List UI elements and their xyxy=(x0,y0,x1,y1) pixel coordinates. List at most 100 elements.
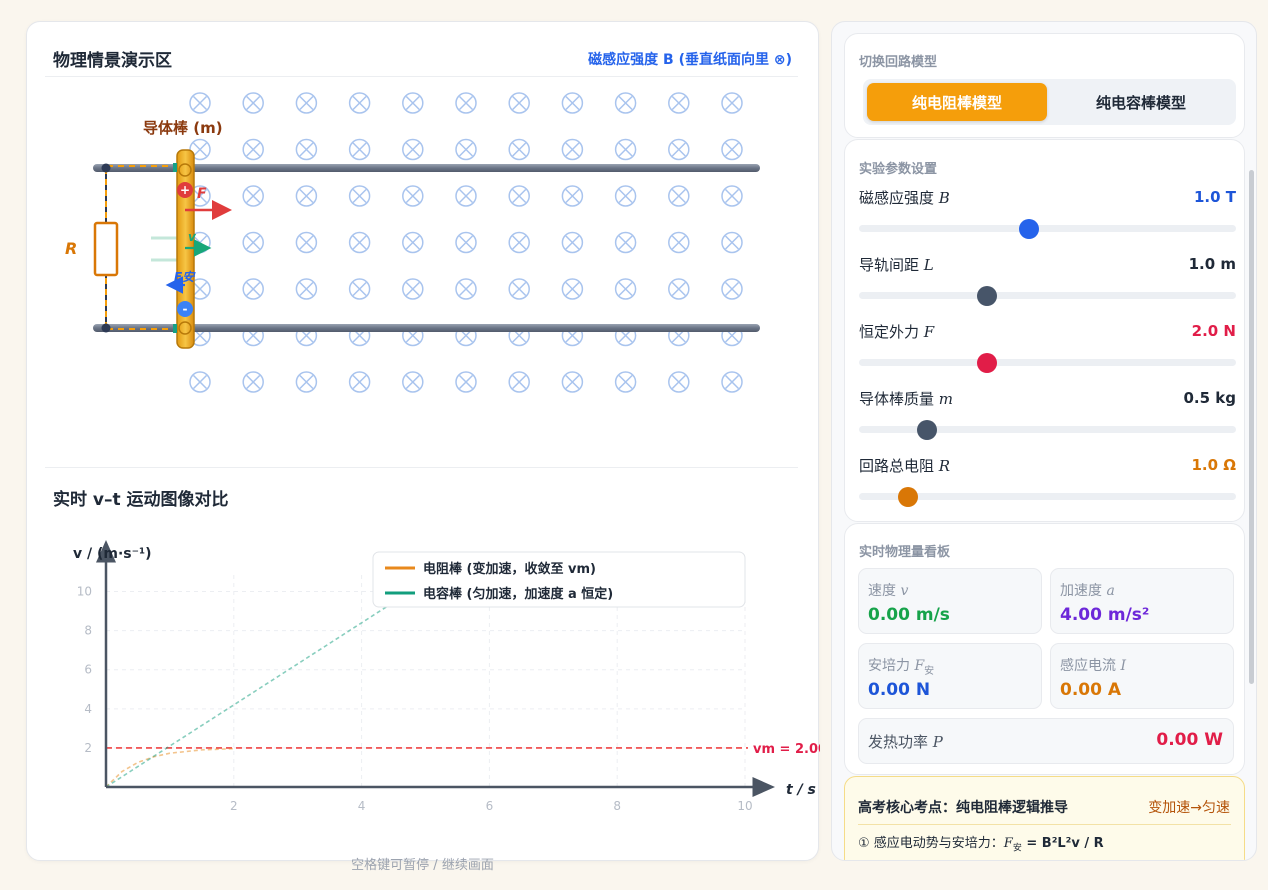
contact-bottom xyxy=(173,324,177,333)
accel-tile: 加速度 a 4.00 m/s² xyxy=(1050,568,1234,634)
physics-scene[interactable]: R 导体棒 (m) + - F v F安 xyxy=(27,77,820,467)
x-tick-label: 4 xyxy=(358,799,366,813)
force-label: F xyxy=(197,186,207,202)
param-slider-track[interactable] xyxy=(859,353,1236,373)
field-cross-icon xyxy=(721,138,743,161)
field-cross-icon xyxy=(402,231,424,254)
field-cross-icon xyxy=(508,371,530,393)
exam-title: 高考核心考点：纯电阻棒逻辑推导 xyxy=(858,800,1068,816)
field-cross-icon xyxy=(721,278,743,300)
field-cross-icon xyxy=(242,185,264,207)
field-cross-icon xyxy=(295,231,318,254)
ampere-tile: 安培力 F安 0.00 N xyxy=(858,643,1042,709)
param-label: 导体棒质量 m xyxy=(859,390,954,408)
control-column: 切换回路模型 纯电阻棒模型 纯电容棒模型 实验参数设置 磁感应强度 B 1.0 T… xyxy=(831,21,1257,861)
field-cross-icon xyxy=(295,278,318,300)
velocity-label: v xyxy=(188,230,197,244)
panel-scrollbar[interactable] xyxy=(1249,170,1254,684)
speed-label: 速度 v xyxy=(868,583,909,599)
field-cross-icon xyxy=(242,371,264,393)
field-cross-icon xyxy=(348,278,371,300)
field-cross-icon xyxy=(561,92,584,114)
field-cross-icon xyxy=(455,278,477,300)
param-slider-thumb[interactable] xyxy=(977,286,998,306)
capacitor-model-button[interactable]: 纯电容棒模型 xyxy=(1051,83,1231,121)
field-cross-icon xyxy=(508,231,530,254)
field-cross-icon xyxy=(295,92,318,114)
field-cross-icon xyxy=(348,231,371,254)
ampere-force-label: F安 xyxy=(174,270,196,284)
y-tick-label: 2 xyxy=(84,741,92,755)
param-slider-track[interactable] xyxy=(859,487,1236,507)
param-slider-track[interactable] xyxy=(859,286,1236,306)
field-cross-icon xyxy=(295,371,318,393)
power-tile: 发热功率 P 0.00 W xyxy=(858,718,1234,764)
param-row: 回路总电阻 R 1.0 Ω xyxy=(859,455,1236,515)
y-tick-label: 6 xyxy=(84,663,92,677)
pause-hint: 空格键可暂停 / 继续画面 xyxy=(351,858,494,873)
field-cross-icon xyxy=(242,138,264,161)
current-label: 感应电流 I xyxy=(1060,658,1126,674)
param-slider-track[interactable] xyxy=(859,420,1236,440)
x-tick-label: 6 xyxy=(486,799,494,813)
param-value: 1.0 Ω xyxy=(1191,456,1236,474)
accel-label: 加速度 a xyxy=(1060,583,1115,599)
minus-sign: - xyxy=(183,302,188,316)
field-cross-icon xyxy=(402,371,424,393)
chart-divider xyxy=(45,467,798,468)
model-switcher-panel: 切换回路模型 纯电阻棒模型 纯电容棒模型 xyxy=(844,33,1245,138)
param-row: 导体棒质量 m 0.5 kg xyxy=(859,388,1236,448)
y-tick-label: 10 xyxy=(77,585,92,599)
params-panel: 实验参数设置 磁感应强度 B 1.0 T 导轨间距 L 1.0 m 恒定外力 F 2.0 … xyxy=(844,139,1245,522)
param-label: 回路总电阻 R xyxy=(859,457,951,475)
field-cross-icon xyxy=(189,92,211,114)
x-tick-label: 10 xyxy=(737,799,752,813)
series-resistor-line xyxy=(105,747,234,788)
param-slider-thumb[interactable] xyxy=(977,353,998,373)
param-label: 磁感应强度 B xyxy=(859,189,950,207)
current-tile: 感应电流 I 0.00 A xyxy=(1050,643,1234,709)
field-cross-icon xyxy=(508,92,530,114)
field-cross-icon xyxy=(455,371,477,393)
exam-tag: 变加速→匀速 xyxy=(1148,800,1230,816)
field-cross-icon xyxy=(242,278,264,300)
param-slider-track[interactable] xyxy=(859,219,1236,239)
legend-capacitor: 电容棒 (匀加速，加速度 a 恒定) xyxy=(423,586,613,602)
exam-divider xyxy=(858,824,1231,825)
field-cross-icon xyxy=(721,92,743,114)
field-cross-icon xyxy=(721,231,743,254)
field-cross-icon xyxy=(348,138,371,161)
param-value: 2.0 N xyxy=(1191,322,1236,340)
param-slider-thumb[interactable] xyxy=(898,487,918,507)
field-cross-icon xyxy=(614,278,637,300)
field-cross-icon xyxy=(348,185,371,207)
field-cross-icon xyxy=(508,138,530,161)
rod-label: 导体棒 (m) xyxy=(143,119,223,137)
param-label: 恒定外力 F xyxy=(859,323,935,341)
switcher-title: 切换回路模型 xyxy=(859,55,938,70)
field-cross-icon xyxy=(402,278,424,300)
field-cross-icon xyxy=(668,231,690,254)
y-tick-label: 8 xyxy=(84,624,92,638)
plus-sign: + xyxy=(180,183,190,197)
field-cross-icon xyxy=(189,371,211,393)
resistor-model-button[interactable]: 纯电阻棒模型 xyxy=(867,83,1047,121)
vm-label: vm = 2.00 xyxy=(753,742,820,757)
x-tick-label: 8 xyxy=(613,799,621,813)
scene-title: 物理情景演示区 xyxy=(53,51,172,71)
field-cross-icon xyxy=(242,231,264,254)
contact-top xyxy=(173,163,177,172)
field-cross-icon xyxy=(721,371,743,393)
vt-chart: v / (m·s⁻¹) t / s 2 4 6 8 10 2 4 6 8 10 vm = 2.00… xyxy=(73,540,820,813)
field-cross-icon xyxy=(668,278,690,300)
field-cross-icon xyxy=(561,138,584,161)
field-cross-icon xyxy=(561,185,584,207)
x-axis-label: t / s xyxy=(786,782,816,798)
dashboard-title: 实时物理量看板 xyxy=(859,545,951,560)
param-value: 1.0 T xyxy=(1193,188,1236,206)
field-cross-icon xyxy=(614,92,637,114)
param-slider-thumb[interactable] xyxy=(1018,219,1039,239)
field-cross-icon xyxy=(508,185,530,207)
param-slider-thumb[interactable] xyxy=(916,420,937,440)
field-cross-icon xyxy=(614,371,637,393)
